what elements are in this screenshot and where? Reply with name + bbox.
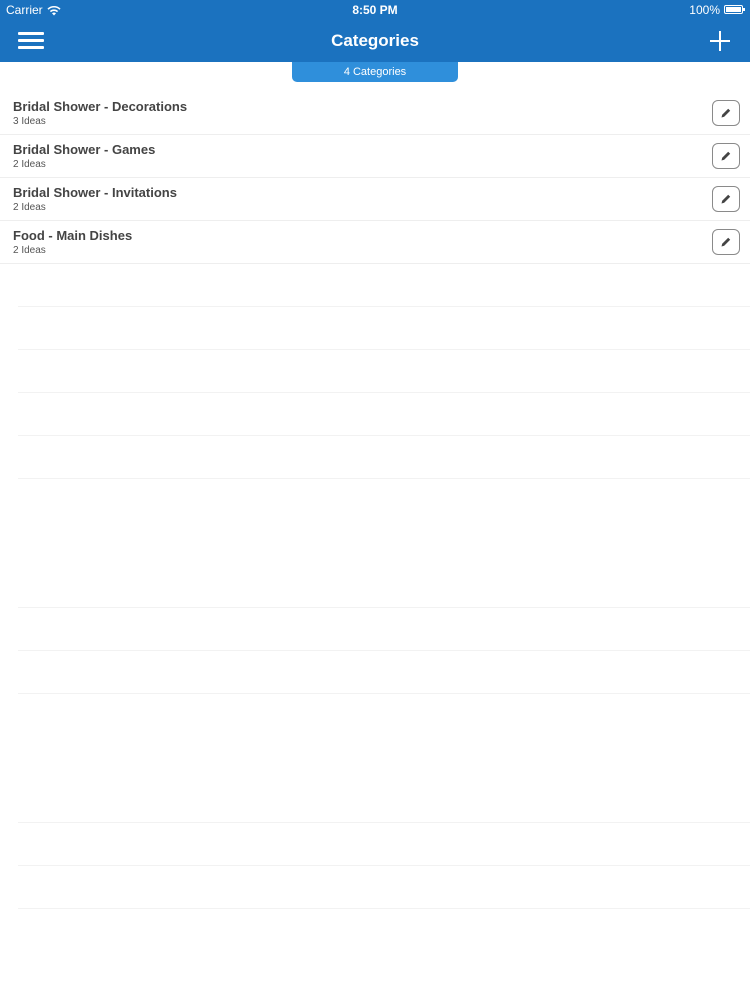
battery-percentage: 100% xyxy=(689,3,720,17)
edit-category-button[interactable] xyxy=(712,229,740,255)
pencil-icon xyxy=(721,237,731,247)
category-title: Bridal Shower - Decorations xyxy=(13,99,188,114)
idea-count: 2 Ideas xyxy=(13,245,46,256)
category-title: Food - Main Dishes xyxy=(13,228,133,243)
idea-count: 2 Ideas xyxy=(13,202,46,213)
idea-count: 3 Ideas xyxy=(13,116,46,127)
add-category-button[interactable] xyxy=(708,29,732,53)
battery-icon xyxy=(724,5,746,15)
category-row[interactable]: Bridal Shower - Invitations 2 Ideas xyxy=(0,178,750,221)
row-separator xyxy=(18,693,750,694)
pencil-icon xyxy=(721,108,731,118)
page-title: Categories xyxy=(331,31,419,50)
app-header: Carrier 8:50 PM 100% Categories xyxy=(0,0,750,62)
category-row[interactable]: Bridal Shower - Decorations 3 Ideas xyxy=(0,92,750,135)
row-separator xyxy=(18,822,750,823)
row-separator xyxy=(18,392,750,393)
status-bar: Carrier 8:50 PM 100% xyxy=(0,0,750,20)
category-count-badge: 4 Categories xyxy=(292,62,458,82)
status-time: 8:50 PM xyxy=(352,3,398,17)
pencil-icon xyxy=(721,151,731,161)
navigation-bar: Categories xyxy=(0,20,750,62)
edit-category-button[interactable] xyxy=(712,143,740,169)
battery-status: 100% xyxy=(689,0,746,20)
category-row[interactable]: Bridal Shower - Games 2 Ideas xyxy=(0,135,750,178)
category-title: Bridal Shower - Games xyxy=(13,142,156,157)
row-separator xyxy=(18,306,750,307)
edit-category-button[interactable] xyxy=(712,100,740,126)
row-separator xyxy=(18,349,750,350)
category-title: Bridal Shower - Invitations xyxy=(13,185,177,200)
idea-count: 2 Ideas xyxy=(13,159,46,170)
category-list: Bridal Shower - Decorations 3 Ideas Brid… xyxy=(0,92,750,264)
row-separator xyxy=(18,435,750,436)
row-separator xyxy=(18,650,750,651)
row-separator xyxy=(18,478,750,479)
pencil-icon xyxy=(721,194,731,204)
category-row[interactable]: Food - Main Dishes 2 Ideas xyxy=(0,221,750,264)
row-separator xyxy=(18,865,750,866)
edit-category-button[interactable] xyxy=(712,186,740,212)
row-separator xyxy=(18,607,750,608)
row-separator xyxy=(18,908,750,909)
